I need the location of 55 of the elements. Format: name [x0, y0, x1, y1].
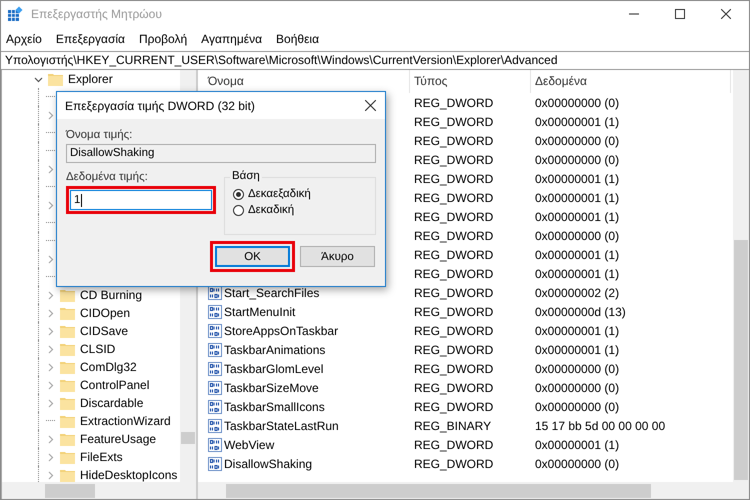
- table-cell-text: REG_DWORD: [413, 210, 494, 224]
- table-cell-text: 0x00000001 (1): [534, 438, 620, 452]
- table-cell-text: 0x00000000 (0): [534, 96, 620, 110]
- table-cell-text: REG_DWORD: [413, 400, 494, 414]
- table-cell-text: REG_DWORD: [413, 134, 494, 148]
- table-cell: WebView: [224, 438, 274, 452]
- table-cell-text: 0x0000000d (13): [534, 304, 627, 318]
- table-cell-text: 0x00000001 (1): [534, 172, 620, 186]
- table-cell-text: REG_DWORD: [413, 228, 494, 242]
- table-cell: TaskbarAnimations: [224, 342, 326, 356]
- table-cell: StoreAppsOnTaskbar: [224, 324, 338, 338]
- table-cell: DisallowShaking: [224, 456, 312, 470]
- table-cell: TaskbarGlomLevel: [224, 362, 324, 376]
- table-cell-text: REG_DWORD: [413, 438, 494, 452]
- table-cell: Start_SearchFiles: [224, 286, 320, 300]
- table-cell-text: REG_DWORD: [413, 456, 494, 470]
- table-cell-text: REG_DWORD: [413, 172, 494, 186]
- window-title: Επεξεργαστής Μητρώου: [31, 7, 162, 21]
- table-cell-text: 0x00000001 (1): [534, 210, 620, 224]
- table-cell-text: REG_DWORD: [413, 342, 494, 356]
- table-cell-text: 0x00000001 (1): [534, 266, 620, 280]
- table-cell-text: 0x00000001 (1): [534, 190, 620, 204]
- table-cell-text: 0x00000000 (0): [534, 400, 620, 414]
- table-cell-text: 0x00000000 (0): [534, 134, 620, 148]
- table-cell-text: REG_DWORD: [413, 286, 494, 300]
- table-cell-text: REG_DWORD: [413, 114, 494, 128]
- table-cell-text: 0x00000000 (0): [534, 380, 620, 394]
- table-cell-text: 0x00000002 (2): [534, 286, 620, 300]
- table-cell: TaskbarSmallIcons: [224, 400, 325, 414]
- table-cell-text: 15 17 bb 5d 00 00 00 00: [534, 418, 666, 432]
- table-cell-text: 0x00000000 (0): [534, 152, 620, 166]
- field-label: Δεδομένα τιμής:: [66, 171, 149, 183]
- table-cell: TaskbarSizeMove: [224, 380, 319, 394]
- table-cell-text: 0x00000001 (1): [534, 248, 620, 262]
- table-cell-text: REG_DWORD: [413, 324, 494, 338]
- table-cell: TaskbarStateLastRun: [224, 418, 339, 432]
- table-cell-text: REG_DWORD: [413, 152, 494, 166]
- table-cell-text: REG_DWORD: [413, 380, 494, 394]
- field-label: Όνομα τιμής:: [66, 129, 134, 141]
- table-cell-text: 0x00000000 (0): [534, 456, 620, 470]
- table-cell: StartMenuInit: [224, 304, 296, 318]
- table-cell-text: 0x00000000 (0): [534, 228, 620, 242]
- table-cell-text: 0x00000000 (0): [534, 362, 620, 376]
- table-cell-text: REG_DWORD: [413, 248, 494, 262]
- table-cell-text: 0x00000001 (1): [534, 324, 620, 338]
- group-label: Βάση: [230, 170, 262, 182]
- table-cell-text: REG_DWORD: [413, 266, 494, 280]
- table-cell-text: 0x00000001 (1): [534, 342, 620, 356]
- table-cell-text: REG_DWORD: [413, 362, 494, 376]
- table-cell-text: REG_DWORD: [413, 96, 494, 110]
- table-cell-text: REG_BINARY: [413, 418, 492, 432]
- dialog-title: Επεξεργασία τιμής DWORD (32 bit): [65, 98, 255, 112]
- table-cell-text: REG_DWORD: [413, 190, 494, 204]
- table-cell-text: REG_DWORD: [413, 304, 494, 318]
- table-cell-text: 0x00000001 (1): [534, 114, 620, 128]
